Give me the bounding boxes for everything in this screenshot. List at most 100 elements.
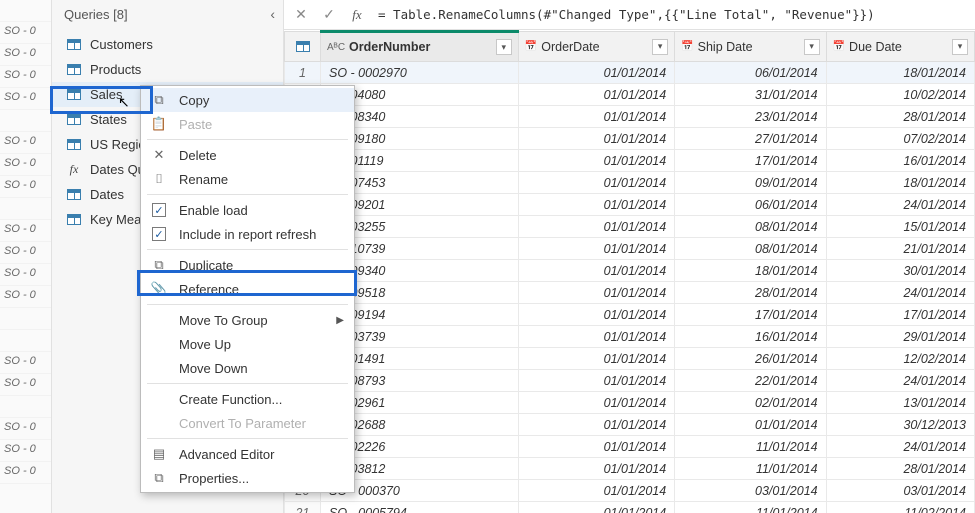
cell-duedate[interactable]: 03/01/2014: [826, 480, 974, 502]
table-row[interactable]: - 000111901/01/201417/01/201416/01/2014: [285, 150, 975, 172]
table-row[interactable]: - 000268801/01/201401/01/201430/12/2013: [285, 414, 975, 436]
column-filter-dropdown[interactable]: ▾: [652, 39, 668, 55]
collapse-chevron-icon[interactable]: ‹: [270, 6, 275, 22]
cell-shipdate[interactable]: 11/01/2014: [675, 502, 826, 513]
cell-duedate[interactable]: 28/01/2014: [826, 106, 974, 128]
cell-orderdate[interactable]: 01/01/2014: [518, 414, 674, 436]
cell-orderdate[interactable]: 01/01/2014: [518, 348, 674, 370]
cell-shipdate[interactable]: 17/01/2014: [675, 304, 826, 326]
cell-duedate[interactable]: 11/02/2014: [826, 502, 974, 513]
table-row[interactable]: - 000920101/01/201406/01/201424/01/2014: [285, 194, 975, 216]
cell-orderdate[interactable]: 01/01/2014: [518, 128, 674, 150]
cell-ordernumber[interactable]: SO - 0005794: [321, 502, 519, 513]
table-row[interactable]: - 000745301/01/201409/01/201418/01/2014: [285, 172, 975, 194]
cell-shipdate[interactable]: 06/01/2014: [675, 62, 826, 84]
cell-shipdate[interactable]: 08/01/2014: [675, 216, 826, 238]
menu-item-advanced-editor[interactable]: ▤Advanced Editor: [141, 442, 354, 466]
cell-shipdate[interactable]: 02/01/2014: [675, 392, 826, 414]
menu-item-move-down[interactable]: Move Down: [141, 356, 354, 380]
table-row[interactable]: - 001073901/01/201408/01/201421/01/2014: [285, 238, 975, 260]
cell-orderdate[interactable]: 01/01/2014: [518, 282, 674, 304]
row-number[interactable]: 21: [285, 502, 321, 513]
column-filter-dropdown[interactable]: ▾: [804, 39, 820, 55]
cell-duedate[interactable]: 15/01/2014: [826, 216, 974, 238]
cell-shipdate[interactable]: 28/01/2014: [675, 282, 826, 304]
cell-duedate[interactable]: 30/12/2013: [826, 414, 974, 436]
table-row[interactable]: 21SO - 000579401/01/201411/01/201411/02/…: [285, 502, 975, 513]
cell-orderdate[interactable]: 01/01/2014: [518, 304, 674, 326]
cell-shipdate[interactable]: 26/01/2014: [675, 348, 826, 370]
menu-item-rename[interactable]: ⌷Rename: [141, 167, 354, 191]
cell-orderdate[interactable]: 01/01/2014: [518, 502, 674, 513]
table-row[interactable]: - 000834001/01/201423/01/201428/01/2014: [285, 106, 975, 128]
menu-item-copy[interactable]: ⧉Copy: [141, 88, 354, 112]
formula-input[interactable]: = Table.RenameColumns(#"Changed Type",{{…: [374, 5, 969, 24]
cell-duedate[interactable]: 24/01/2014: [826, 436, 974, 458]
cell-duedate[interactable]: 12/02/2014: [826, 348, 974, 370]
rownum-header[interactable]: [285, 32, 321, 62]
commit-formula-button[interactable]: ✓: [318, 4, 340, 26]
table-row[interactable]: - 000325501/01/201408/01/201415/01/2014: [285, 216, 975, 238]
column-filter-dropdown[interactable]: ▾: [496, 39, 512, 55]
query-item-customers[interactable]: Customers: [52, 32, 283, 57]
table-row[interactable]: - 000919401/01/201417/01/201417/01/2014: [285, 304, 975, 326]
cell-shipdate[interactable]: 11/01/2014: [675, 458, 826, 480]
cell-orderdate[interactable]: 01/01/2014: [518, 84, 674, 106]
cell-duedate[interactable]: 17/01/2014: [826, 304, 974, 326]
menu-item-move-to-group[interactable]: Move To Group▶: [141, 308, 354, 332]
cell-orderdate[interactable]: 01/01/2014: [518, 392, 674, 414]
menu-item-properties[interactable]: ⧉Properties...: [141, 466, 354, 490]
cell-orderdate[interactable]: 01/01/2014: [518, 238, 674, 260]
cell-orderdate[interactable]: 01/01/2014: [518, 326, 674, 348]
cell-shipdate[interactable]: 18/01/2014: [675, 260, 826, 282]
cell-duedate[interactable]: 24/01/2014: [826, 282, 974, 304]
cell-shipdate[interactable]: 17/01/2014: [675, 150, 826, 172]
column-header-due-date[interactable]: 📅Due Date▾: [826, 32, 974, 62]
cell-duedate[interactable]: 18/01/2014: [826, 62, 974, 84]
table-row[interactable]: - 000149101/01/201426/01/201412/02/2014: [285, 348, 975, 370]
table-row[interactable]: - 000879301/01/201422/01/201424/01/2014: [285, 370, 975, 392]
cell-shipdate[interactable]: 22/01/2014: [675, 370, 826, 392]
cell-duedate[interactable]: 29/01/2014: [826, 326, 974, 348]
table-row[interactable]: - 000918001/01/201427/01/201407/02/2014: [285, 128, 975, 150]
menu-item-delete[interactable]: ✕Delete: [141, 143, 354, 167]
menu-item-reference[interactable]: 📎Reference: [141, 277, 354, 301]
table-row[interactable]: 20SO - 00037001/01/201403/01/201403/01/2…: [285, 480, 975, 502]
cell-duedate[interactable]: 13/01/2014: [826, 392, 974, 414]
column-filter-dropdown[interactable]: ▾: [952, 39, 968, 55]
cell-shipdate[interactable]: 11/01/2014: [675, 436, 826, 458]
cell-duedate[interactable]: 24/01/2014: [826, 370, 974, 392]
cell-shipdate[interactable]: 23/01/2014: [675, 106, 826, 128]
cell-duedate[interactable]: 18/01/2014: [826, 172, 974, 194]
cell-orderdate[interactable]: 01/01/2014: [518, 480, 674, 502]
column-header-ship-date[interactable]: 📅Ship Date▾: [675, 32, 826, 62]
cell-ordernumber[interactable]: SO - 0002970: [321, 62, 519, 84]
table-row[interactable]: - 000296101/01/201402/01/201413/01/2014: [285, 392, 975, 414]
cell-duedate[interactable]: 16/01/2014: [826, 150, 974, 172]
cell-orderdate[interactable]: 01/01/2014: [518, 436, 674, 458]
cell-orderdate[interactable]: 01/01/2014: [518, 106, 674, 128]
table-row[interactable]: - 000222601/01/201411/01/201424/01/2014: [285, 436, 975, 458]
cell-duedate[interactable]: 28/01/2014: [826, 458, 974, 480]
menu-item-move-up[interactable]: Move Up: [141, 332, 354, 356]
cell-duedate[interactable]: 10/02/2014: [826, 84, 974, 106]
cell-shipdate[interactable]: 16/01/2014: [675, 326, 826, 348]
cell-shipdate[interactable]: 03/01/2014: [675, 480, 826, 502]
table-row[interactable]: - 000381201/01/201411/01/201428/01/2014: [285, 458, 975, 480]
menu-item-duplicate[interactable]: ⧉Duplicate: [141, 253, 354, 277]
cell-duedate[interactable]: 07/02/2014: [826, 128, 974, 150]
menu-item-create-function[interactable]: Create Function...: [141, 387, 354, 411]
column-header-ordernumber[interactable]: AᴮCOrderNumber▾: [321, 32, 519, 62]
cell-orderdate[interactable]: 01/01/2014: [518, 62, 674, 84]
cell-shipdate[interactable]: 06/01/2014: [675, 194, 826, 216]
cancel-formula-button[interactable]: ✕: [290, 4, 312, 26]
query-item-products[interactable]: Products: [52, 57, 283, 82]
cell-duedate[interactable]: 24/01/2014: [826, 194, 974, 216]
cell-orderdate[interactable]: 01/01/2014: [518, 194, 674, 216]
cell-shipdate[interactable]: 09/01/2014: [675, 172, 826, 194]
menu-item-enable-load[interactable]: ✓Enable load: [141, 198, 354, 222]
cell-orderdate[interactable]: 01/01/2014: [518, 458, 674, 480]
table-row[interactable]: - 000951801/01/201428/01/201424/01/2014: [285, 282, 975, 304]
cell-shipdate[interactable]: 01/01/2014: [675, 414, 826, 436]
cell-shipdate[interactable]: 08/01/2014: [675, 238, 826, 260]
